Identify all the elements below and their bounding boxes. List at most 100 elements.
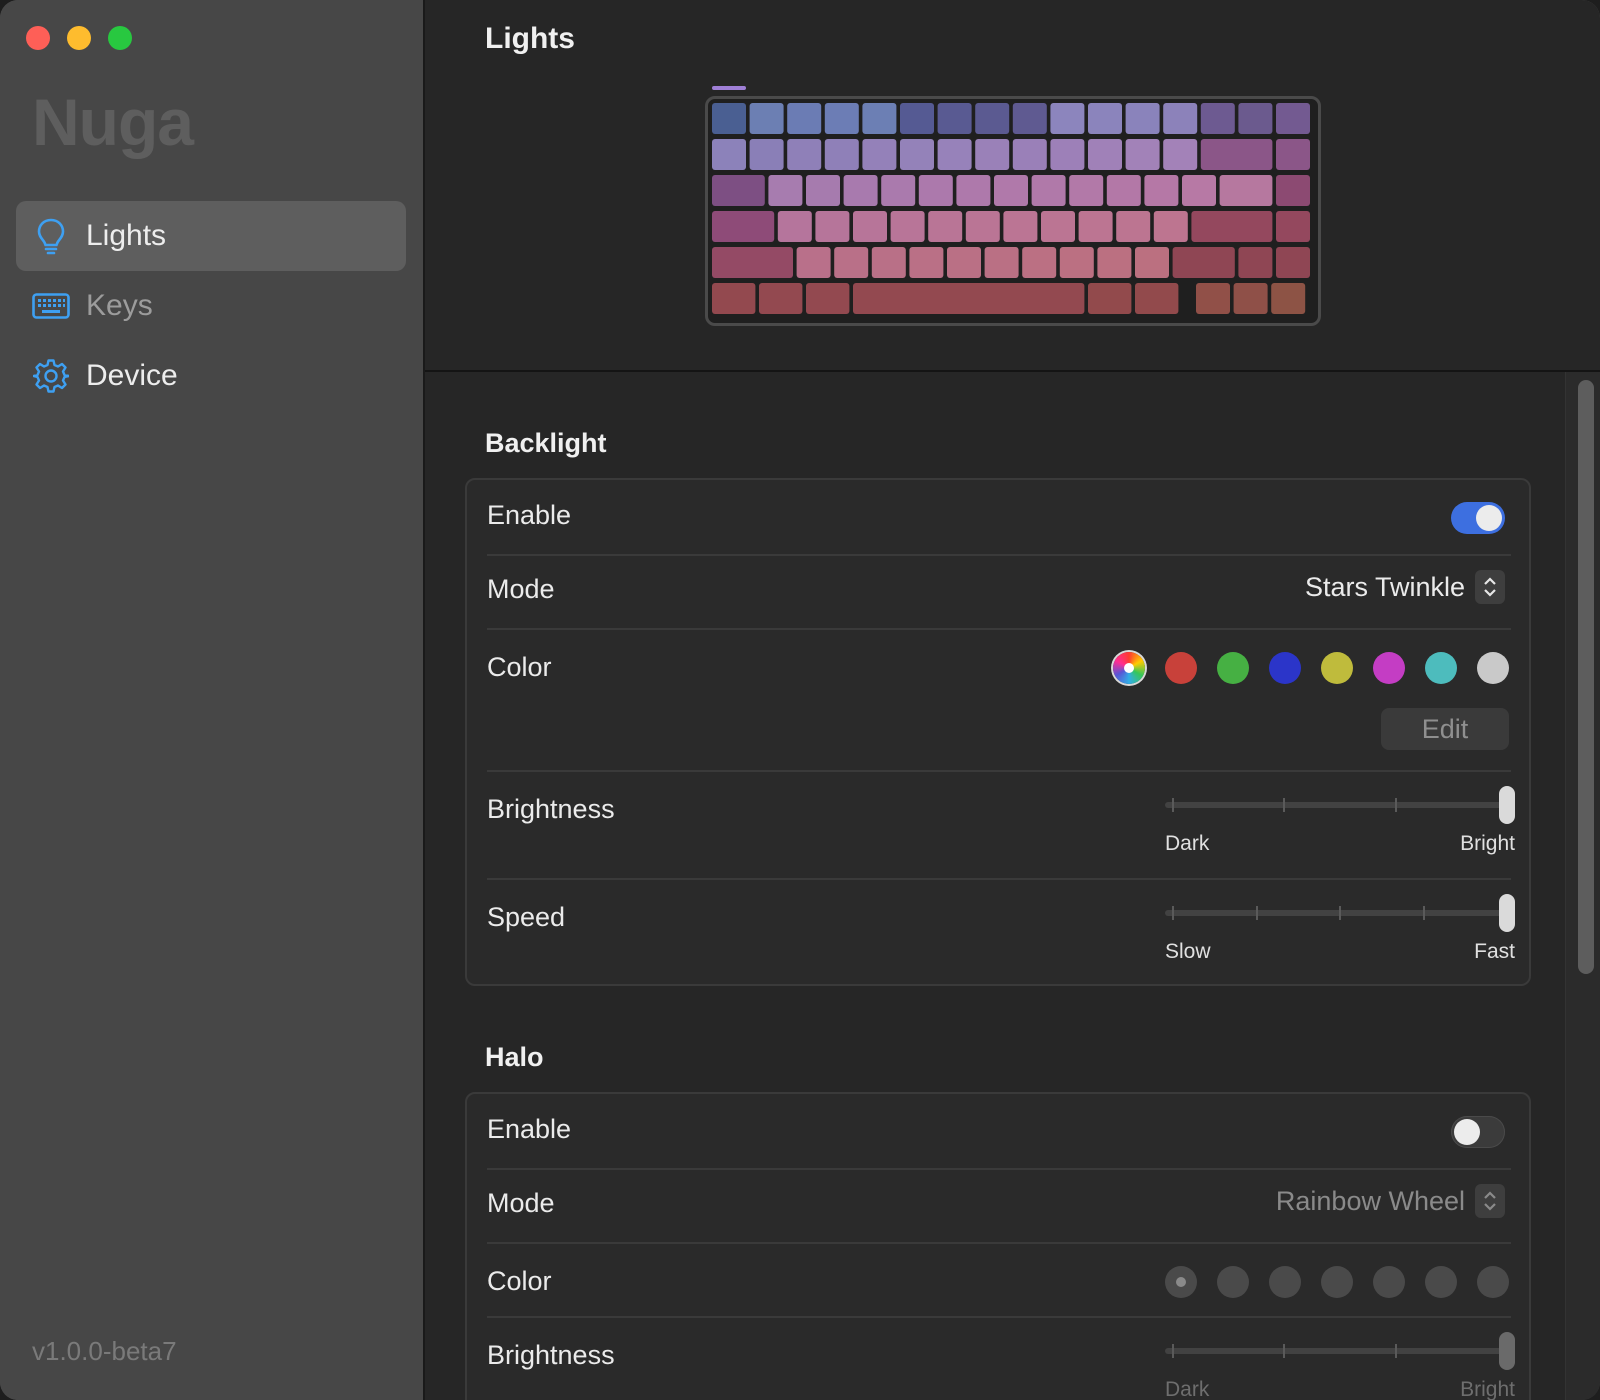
keyboard-key[interactable] <box>862 139 897 170</box>
keyboard-key[interactable] <box>1022 247 1057 278</box>
keyboard-key[interactable] <box>1196 283 1230 314</box>
keyboard-key[interactable] <box>806 175 840 206</box>
keyboard-key[interactable] <box>749 103 784 134</box>
color-swatch[interactable] <box>1269 652 1301 684</box>
keyboard-key[interactable] <box>1276 103 1310 134</box>
backlight-mode-select[interactable]: Stars Twinkle <box>1305 570 1505 604</box>
color-swatch-disabled[interactable] <box>1269 1266 1301 1298</box>
keyboard-key[interactable] <box>994 175 1028 206</box>
keyboard-key[interactable] <box>1144 175 1179 206</box>
color-swatch[interactable] <box>1165 652 1197 684</box>
keyboard-key[interactable] <box>1271 283 1306 314</box>
keyboard-key[interactable] <box>712 247 793 278</box>
keyboard-key[interactable] <box>1238 103 1273 134</box>
keyboard-key[interactable] <box>1219 175 1273 206</box>
color-swatch[interactable] <box>1477 652 1509 684</box>
keyboard-key[interactable] <box>712 103 746 134</box>
keyboard-key[interactable] <box>796 247 831 278</box>
keyboard-key[interactable] <box>1116 211 1151 242</box>
keyboard-key[interactable] <box>768 175 803 206</box>
keyboard-key[interactable] <box>1125 103 1160 134</box>
keyboard-key[interactable] <box>1059 247 1094 278</box>
minimize-window-button[interactable] <box>67 26 91 50</box>
color-swatch-disabled[interactable] <box>1425 1266 1457 1298</box>
keyboard-key[interactable] <box>1125 139 1160 170</box>
keyboard-key[interactable] <box>815 211 850 242</box>
color-swatch[interactable] <box>1425 652 1457 684</box>
keyboard-key[interactable] <box>1163 139 1198 170</box>
keyboard-key[interactable] <box>965 211 1000 242</box>
color-swatch-disabled[interactable] <box>1165 1266 1197 1298</box>
keyboard-key[interactable] <box>937 103 972 134</box>
slider-thumb[interactable] <box>1499 1332 1515 1370</box>
slider-thumb[interactable] <box>1499 894 1515 932</box>
keyboard-key[interactable] <box>759 283 803 314</box>
backlight-speed-slider[interactable]: Slow Fast <box>1165 894 1515 963</box>
keyboard-key[interactable] <box>871 247 906 278</box>
keyboard-key[interactable] <box>909 247 944 278</box>
keyboard-key[interactable] <box>1069 175 1104 206</box>
keyboard-key[interactable] <box>862 103 897 134</box>
keyboard-key[interactable] <box>1238 247 1273 278</box>
keyboard-key[interactable] <box>834 247 869 278</box>
keyboard-key[interactable] <box>1135 283 1179 314</box>
keyboard-key[interactable] <box>1276 139 1310 170</box>
sidebar-item-lights[interactable]: Lights <box>16 201 406 271</box>
keyboard-key[interactable] <box>1200 103 1235 134</box>
keyboard-key[interactable] <box>1153 211 1188 242</box>
keyboard-key[interactable] <box>1050 139 1085 170</box>
keyboard-preview[interactable] <box>705 96 1321 326</box>
keyboard-key[interactable] <box>1041 211 1075 242</box>
keyboard-key[interactable] <box>712 211 775 242</box>
color-swatch[interactable] <box>1373 652 1405 684</box>
color-swatch-rainbow[interactable] <box>1113 652 1145 684</box>
keyboard-key[interactable] <box>1200 139 1273 170</box>
keyboard-key[interactable] <box>749 139 784 170</box>
color-swatch-disabled[interactable] <box>1477 1266 1509 1298</box>
edit-color-button[interactable]: Edit <box>1381 708 1509 750</box>
keyboard-key[interactable] <box>853 283 1085 314</box>
sidebar-item-device[interactable]: Device <box>16 341 406 411</box>
keyboard-key[interactable] <box>787 139 822 170</box>
keyboard-key[interactable] <box>1191 211 1273 242</box>
halo-mode-select[interactable]: Rainbow Wheel <box>1276 1184 1505 1218</box>
keyboard-key[interactable] <box>1135 247 1169 278</box>
keyboard-key[interactable] <box>824 103 859 134</box>
color-swatch-disabled[interactable] <box>1373 1266 1405 1298</box>
keyboard-key[interactable] <box>928 211 963 242</box>
keyboard-key[interactable] <box>900 139 934 170</box>
color-swatch[interactable] <box>1321 652 1353 684</box>
keyboard-key[interactable] <box>1012 103 1047 134</box>
close-window-button[interactable] <box>26 26 50 50</box>
keyboard-key[interactable] <box>956 175 991 206</box>
keyboard-key[interactable] <box>1163 103 1198 134</box>
keyboard-key[interactable] <box>1003 211 1038 242</box>
keyboard-key[interactable] <box>1088 283 1132 314</box>
color-swatch-disabled[interactable] <box>1217 1266 1249 1298</box>
keyboard-key[interactable] <box>712 283 756 314</box>
keyboard-key[interactable] <box>1078 211 1113 242</box>
halo-enable-toggle[interactable] <box>1451 1116 1505 1148</box>
keyboard-key[interactable] <box>712 139 746 170</box>
backlight-brightness-slider[interactable]: Dark Bright <box>1165 786 1515 855</box>
keyboard-key[interactable] <box>1088 139 1122 170</box>
keyboard-key[interactable] <box>1088 103 1122 134</box>
keyboard-key[interactable] <box>975 139 1010 170</box>
keyboard-key[interactable] <box>1172 247 1235 278</box>
slider-thumb[interactable] <box>1499 786 1515 824</box>
keyboard-key[interactable] <box>1233 283 1268 314</box>
keyboard-key[interactable] <box>1097 247 1132 278</box>
keyboard-key[interactable] <box>853 211 887 242</box>
scrollbar-thumb[interactable] <box>1578 380 1594 974</box>
color-swatch[interactable] <box>1217 652 1249 684</box>
keyboard-key[interactable] <box>1031 175 1066 206</box>
keyboard-key[interactable] <box>843 175 878 206</box>
keyboard-key[interactable] <box>984 247 1019 278</box>
keyboard-key[interactable] <box>918 175 953 206</box>
keyboard-key[interactable] <box>1276 211 1310 242</box>
keyboard-key[interactable] <box>1106 175 1141 206</box>
sidebar-item-keys[interactable]: Keys <box>16 271 406 341</box>
keyboard-key[interactable] <box>881 175 916 206</box>
keyboard-key[interactable] <box>1276 247 1310 278</box>
keyboard-key[interactable] <box>1182 175 1216 206</box>
